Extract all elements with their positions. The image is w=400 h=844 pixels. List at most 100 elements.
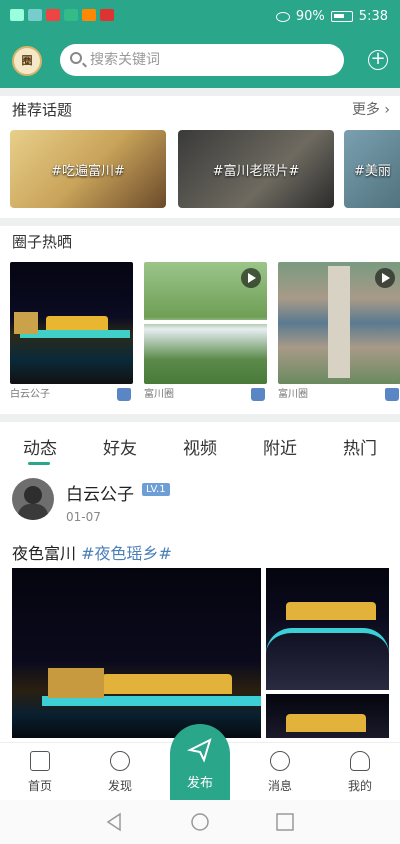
divider — [0, 218, 400, 226]
nav-home-label: 首页 — [27, 779, 52, 793]
post-image-main[interactable] — [12, 568, 261, 738]
collage-gap — [144, 320, 267, 324]
battery-icon — [330, 11, 353, 22]
nav-profile-label: 我的 — [347, 779, 372, 793]
top-toolbar: 圈 + — [0, 40, 400, 84]
feed-tabs: 动态 好友 视频 附近 热门 — [0, 428, 400, 466]
home-circle-icon — [191, 813, 209, 831]
tab-friends[interactable]: 好友 — [80, 434, 160, 459]
post-date: 01-07 — [66, 510, 101, 524]
search-input[interactable] — [90, 44, 330, 76]
topic-label: #富川老照片# — [212, 164, 300, 179]
building — [48, 668, 104, 698]
send-icon — [186, 738, 212, 763]
like-icon[interactable] — [385, 388, 399, 401]
hot-card-meta: 白云公子 — [10, 384, 133, 406]
like-icon[interactable] — [117, 388, 131, 401]
signal-icon — [28, 9, 42, 21]
hot-carousel[interactable]: 白云公子 富川圈 富川圈 — [10, 262, 400, 407]
search-icon — [70, 52, 82, 64]
topic-card[interactable]: #美丽 — [344, 130, 400, 208]
divider — [0, 414, 400, 422]
hot-card-meta: 富川圈 — [278, 384, 400, 406]
hot-card-image — [278, 262, 400, 384]
status-left-icons — [10, 9, 114, 21]
post-image-2[interactable] — [266, 568, 389, 690]
chevron-right-icon: › — [379, 102, 390, 118]
nav-messages-label: 消息 — [267, 779, 292, 793]
nav-discover[interactable]: 发现 — [80, 743, 160, 801]
bridge-roof — [102, 674, 232, 694]
bridge-roof — [286, 714, 366, 732]
eye-comfort-icon — [275, 11, 290, 22]
recents-icon — [276, 813, 294, 831]
hot-card[interactable]: 富川圈 — [278, 262, 400, 406]
hot-card-author: 富川圈 — [278, 389, 308, 400]
active-tab-indicator — [28, 462, 50, 465]
hot-title: 圈子热晒 — [12, 233, 73, 251]
hot-card-author: 富川圈 — [144, 389, 174, 400]
app-notification-icon — [46, 9, 60, 21]
play-icon[interactable] — [241, 268, 261, 288]
topic-label: #美丽 — [354, 164, 391, 179]
video-notification-icon — [82, 9, 96, 21]
topic-carousel[interactable]: #吃遍富川# #富川老照片# #美丽 — [10, 130, 400, 208]
hot-card-author: 白云公子 — [10, 389, 50, 400]
like-icon[interactable] — [251, 388, 265, 401]
building — [14, 312, 38, 334]
home-icon — [30, 751, 50, 771]
add-icon[interactable]: + — [368, 50, 388, 70]
compass-icon — [110, 751, 130, 771]
avatar-head — [24, 486, 42, 504]
post-text: 夜色富川 #夜色瑶乡# — [12, 540, 172, 564]
tab-popular[interactable]: 热门 — [320, 434, 400, 459]
avatar[interactable] — [12, 478, 54, 520]
avatar-body — [18, 504, 48, 520]
hot-card[interactable]: 白云公子 — [10, 262, 133, 406]
back-icon — [106, 812, 121, 832]
post-image-3[interactable] — [266, 694, 389, 738]
network-icon — [10, 9, 24, 21]
battery-percent: 90% — [295, 9, 325, 24]
level-badge: LV.1 — [142, 483, 170, 496]
hot-card-image — [144, 262, 267, 384]
nav-profile[interactable]: 我的 — [320, 743, 400, 801]
chat-icon — [270, 751, 290, 771]
bridge-arch — [266, 628, 389, 654]
bridge-roof — [286, 602, 376, 620]
system-nav-icons — [106, 812, 294, 832]
topic-label: #吃遍富川# — [51, 164, 125, 179]
clock: 5:38 — [358, 9, 388, 24]
publish-button[interactable]: 发布 — [170, 724, 230, 800]
hot-card-image — [10, 262, 133, 384]
topic-card[interactable]: #富川老照片# — [178, 130, 334, 208]
post-body: 夜色富川 — [12, 544, 77, 563]
more-label: 更多 — [351, 102, 380, 118]
search-bar[interactable] — [60, 44, 344, 76]
topics-title: 推荐话题 — [12, 101, 73, 119]
status-bar: 90% 5:38 — [0, 0, 400, 34]
play-icon[interactable] — [375, 268, 395, 288]
tab-video[interactable]: 视频 — [160, 434, 240, 459]
play-notification-icon — [64, 9, 78, 21]
nav-messages[interactable]: 消息 — [240, 743, 320, 801]
post-tag[interactable]: #夜色瑶乡# — [81, 544, 172, 563]
pagoda — [328, 266, 350, 378]
tv-notification-icon — [100, 9, 114, 21]
hot-card[interactable]: 富川圈 — [144, 262, 267, 406]
tab-nearby[interactable]: 附近 — [240, 434, 320, 459]
nav-home[interactable]: 首页 — [0, 743, 80, 801]
nav-discover-label: 发现 — [107, 779, 132, 793]
topics-more-link[interactable]: 更多 › — [352, 99, 390, 119]
user-icon — [350, 751, 370, 771]
status-right: 90% 5:38 — [275, 9, 388, 24]
bridge-roof — [46, 316, 108, 330]
publish-label: 发布 — [186, 776, 213, 791]
hot-card-meta: 富川圈 — [144, 384, 267, 406]
topic-card[interactable]: #吃遍富川# — [10, 130, 166, 208]
divider — [0, 88, 400, 96]
system-nav-bar — [0, 800, 400, 844]
tab-dynamic[interactable]: 动态 — [0, 434, 80, 459]
post-username[interactable]: 白云公子 — [66, 480, 134, 505]
app-logo[interactable]: 圈 — [12, 46, 42, 76]
